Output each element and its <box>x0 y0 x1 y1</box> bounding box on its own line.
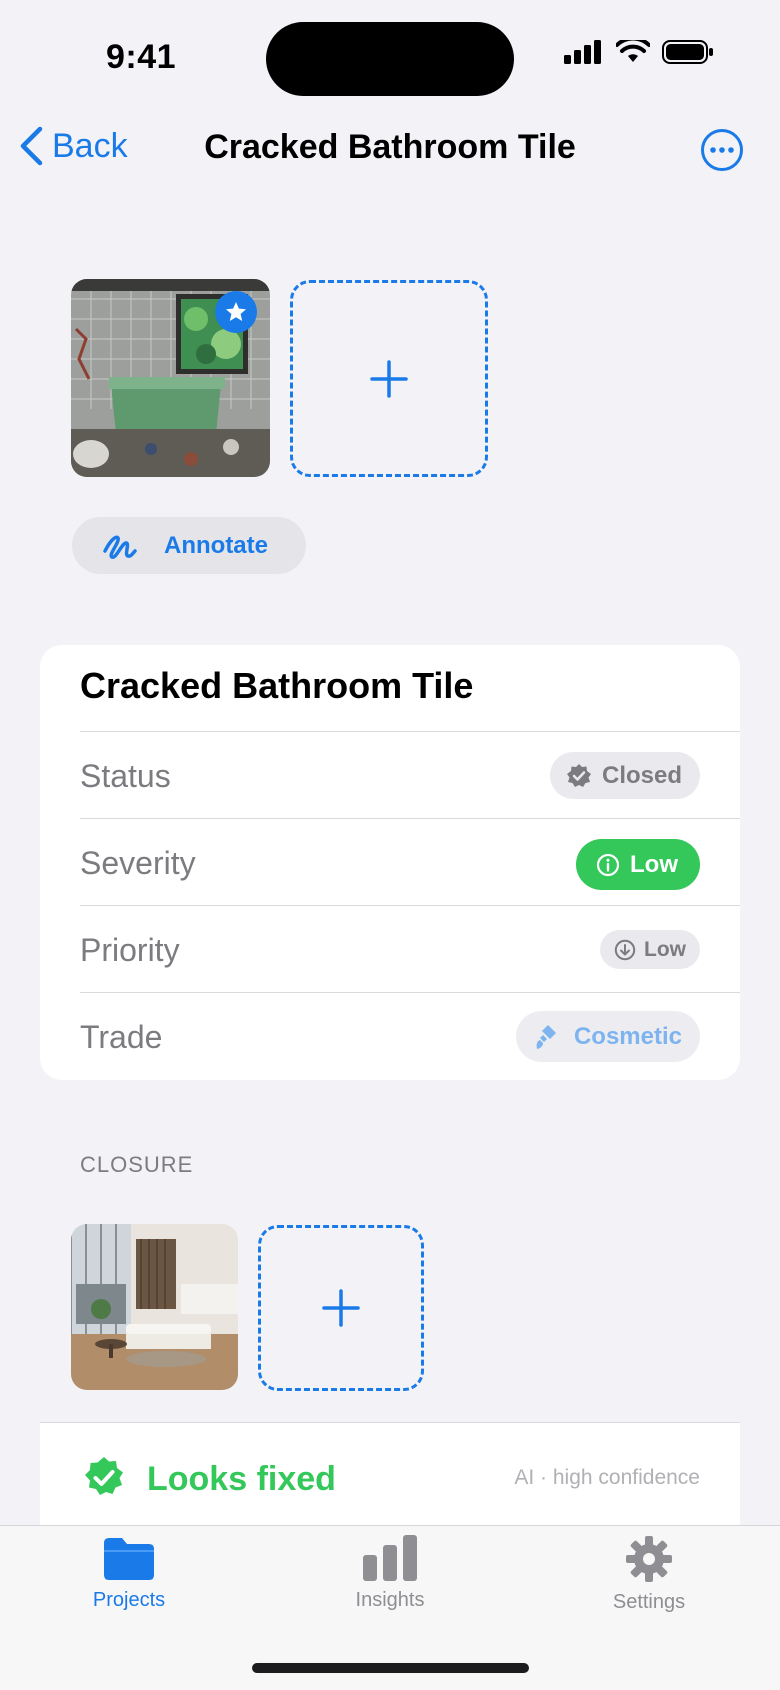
tab-settings-label: Settings <box>612 1591 686 1613</box>
severity-value: Low <box>630 850 678 878</box>
severity-label: Severity <box>80 845 196 881</box>
closure-photo[interactable] <box>71 1224 238 1390</box>
plus-icon <box>370 359 408 398</box>
add-closure-photo-button[interactable] <box>258 1225 424 1391</box>
closure-section-header: CLOSURE <box>80 1152 194 1177</box>
status-row[interactable]: Status Closed <box>80 731 740 818</box>
back-label: Back <box>52 126 128 165</box>
annotate-label: Annotate <box>164 531 268 559</box>
verified-check-icon <box>85 1457 123 1495</box>
trade-badge[interactable]: Cosmetic <box>515 1011 700 1062</box>
wifi-icon <box>616 40 650 62</box>
chevron-left-icon <box>20 126 43 166</box>
priority-label: Priority <box>80 932 180 968</box>
priority-value: Low <box>644 937 686 961</box>
star-badge-icon <box>215 291 257 333</box>
plus-icon <box>322 1289 360 1327</box>
info-circle-icon <box>596 853 620 876</box>
status-value: Closed <box>601 761 682 789</box>
priority-badge[interactable]: Low <box>600 930 700 969</box>
status-label: Status <box>80 758 171 794</box>
trade-row[interactable]: Trade Cosmetic <box>80 992 740 1079</box>
trade-label: Trade <box>80 1019 163 1055</box>
scribble-icon <box>103 535 137 559</box>
more-options-icon[interactable] <box>700 128 744 172</box>
home-indicator <box>252 1663 529 1673</box>
ai-confidence-label: AI · high confidence <box>514 1466 700 1489</box>
status-badge[interactable]: Closed <box>549 752 700 799</box>
back-button[interactable]: Back <box>18 126 128 166</box>
tab-projects-label: Projects <box>92 1589 166 1611</box>
annotate-button[interactable]: Annotate <box>72 517 306 574</box>
add-photo-button[interactable] <box>290 280 488 477</box>
status-time: 9:41 <box>106 38 177 76</box>
bar-chart-icon <box>363 1535 417 1581</box>
verified-check-icon <box>566 763 591 787</box>
arrow-down-circle-icon <box>614 939 636 960</box>
tab-projects[interactable]: Projects <box>39 1535 219 1612</box>
tab-insights-label: Insights <box>355 1589 425 1611</box>
paintbrush-icon <box>536 1024 556 1049</box>
tab-insights[interactable]: Insights <box>300 1535 480 1612</box>
dynamic-island <box>266 22 514 96</box>
cellular-signal-icon <box>564 40 601 64</box>
tab-settings[interactable]: Settings <box>559 1535 739 1614</box>
card-title: Cracked Bathroom Tile <box>80 665 474 706</box>
folder-icon <box>104 1538 154 1580</box>
trade-value: Cosmetic <box>573 1022 682 1050</box>
severity-badge[interactable]: Low <box>576 839 700 890</box>
status-icons <box>564 40 714 64</box>
closure-verdict: Looks fixed <box>147 1460 336 1498</box>
priority-row[interactable]: Priority Low <box>80 905 740 992</box>
severity-row[interactable]: Severity Low <box>80 818 740 905</box>
gear-icon <box>626 1536 672 1582</box>
battery-icon <box>662 40 713 64</box>
